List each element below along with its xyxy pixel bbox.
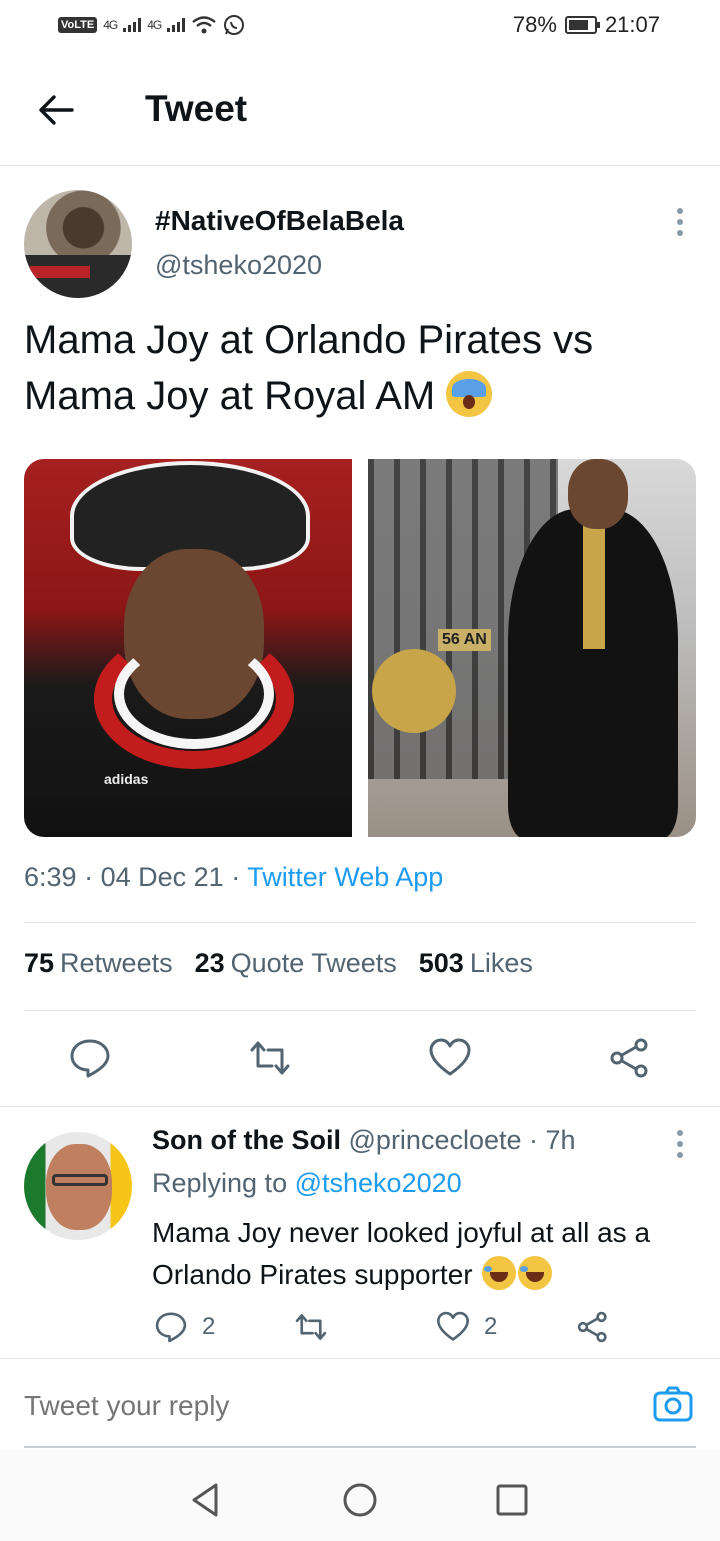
quotes-count: 23 bbox=[194, 948, 225, 978]
wifi-icon bbox=[192, 16, 216, 34]
status-left: VoLTE 4G 4G bbox=[58, 14, 245, 36]
reply-author-avatar[interactable] bbox=[24, 1132, 132, 1240]
reply-input[interactable] bbox=[24, 1390, 584, 1422]
status-bar: VoLTE 4G 4G 78% 21:07 bbox=[0, 0, 720, 56]
sim2-network-type: 4G bbox=[147, 18, 162, 32]
reply-icon[interactable] bbox=[68, 1036, 112, 1080]
reply-actions: 2 2 bbox=[152, 1306, 652, 1350]
heart-icon bbox=[437, 1311, 469, 1341]
tweet-stats: 75 Retweets 23 Quote Tweets 503 Likes bbox=[24, 948, 533, 979]
reply-age: 7h bbox=[545, 1125, 576, 1155]
clock: 21:07 bbox=[604, 12, 660, 37]
composer-underline bbox=[24, 1446, 696, 1448]
battery-fill bbox=[568, 20, 588, 30]
author-handle[interactable]: @tsheko2020 bbox=[155, 250, 322, 281]
system-nav-bar bbox=[0, 1450, 720, 1541]
photo-royal-am[interactable]: 56 AN bbox=[368, 459, 696, 837]
replying-prefix: Replying to bbox=[152, 1168, 288, 1198]
reply-author-handle[interactable]: @princecloete bbox=[349, 1125, 522, 1155]
signal-strength-icon bbox=[123, 18, 142, 32]
battery-percent: 78% bbox=[512, 12, 557, 37]
tweet-text-line2: Mama Joy at Royal AM bbox=[24, 374, 436, 418]
reply-text: Mama Joy never looked joyful at all as a… bbox=[152, 1212, 702, 1296]
reply-like-action[interactable]: 2 bbox=[436, 1310, 497, 1344]
reply-share-action[interactable] bbox=[576, 1310, 610, 1344]
tweet-source-link[interactable]: Twitter Web App bbox=[247, 862, 443, 892]
tears-of-joy-emoji-icon bbox=[482, 1256, 517, 1290]
quotes-label: Quote Tweets bbox=[230, 948, 397, 978]
reply-count: 2 bbox=[202, 1313, 216, 1340]
tweet-media: adidas 56 AN bbox=[24, 459, 696, 837]
photo-brand-text: adidas bbox=[104, 771, 149, 787]
photo-orlando-pirates[interactable]: adidas bbox=[24, 459, 352, 837]
meta-dot: · bbox=[231, 862, 248, 892]
more-vertical-icon[interactable] bbox=[676, 1130, 684, 1163]
nav-home-icon[interactable] bbox=[340, 1480, 380, 1520]
reply-retweet-action[interactable] bbox=[294, 1310, 328, 1344]
camera-icon[interactable] bbox=[652, 1384, 694, 1424]
retweets-count: 75 bbox=[24, 948, 55, 978]
divider bbox=[24, 922, 696, 923]
divider bbox=[24, 1010, 696, 1011]
sim1-network-type: 4G bbox=[103, 18, 118, 32]
divider bbox=[0, 1358, 720, 1359]
share-icon[interactable] bbox=[608, 1036, 652, 1080]
divider bbox=[0, 1106, 720, 1107]
signal-strength-icon bbox=[167, 18, 186, 32]
page-title: Tweet bbox=[145, 88, 248, 129]
reply-text-line2: Orlando Pirates supporter bbox=[152, 1259, 473, 1290]
likes-label: Likes bbox=[469, 948, 533, 978]
reply-author-name[interactable]: Son of the Soil bbox=[152, 1125, 341, 1155]
whatsapp-icon bbox=[224, 15, 245, 35]
reply-header: Son of the Soil @princecloete · 7h bbox=[152, 1125, 576, 1156]
share-icon bbox=[577, 1311, 607, 1343]
heart-icon[interactable] bbox=[428, 1036, 472, 1080]
retweet-icon bbox=[295, 1314, 327, 1340]
screaming-emoji-icon bbox=[446, 371, 493, 417]
meta-dot: · bbox=[84, 862, 101, 892]
royal-am-sign bbox=[372, 649, 456, 733]
avatar-glasses bbox=[52, 1174, 108, 1186]
status-right: 78% 21:07 bbox=[513, 12, 660, 38]
tweet-time: 6:39 bbox=[24, 862, 77, 892]
nav-back-icon[interactable] bbox=[186, 1480, 226, 1520]
nav-recents-icon[interactable] bbox=[492, 1480, 532, 1520]
reply-reply-action[interactable]: 2 bbox=[154, 1310, 215, 1344]
back-arrow-icon[interactable] bbox=[36, 90, 76, 130]
photo-beads-inner bbox=[114, 639, 274, 749]
like-count: 2 bbox=[484, 1313, 498, 1340]
likes-count: 503 bbox=[418, 948, 464, 978]
tweet-date: 04 Dec 21 bbox=[100, 862, 224, 892]
replying-to-handle[interactable]: @tsheko2020 bbox=[295, 1168, 462, 1198]
photo-dress-gold bbox=[583, 519, 605, 649]
avatar-stripe bbox=[30, 266, 90, 278]
battery-icon bbox=[564, 16, 600, 34]
likes-stat[interactable]: 503 Likes bbox=[419, 948, 533, 979]
app-header: Tweet bbox=[0, 56, 720, 166]
more-vertical-icon[interactable] bbox=[676, 208, 684, 241]
quotes-stat[interactable]: 23 Quote Tweets bbox=[195, 948, 397, 979]
retweets-stat[interactable]: 75 Retweets bbox=[24, 948, 173, 979]
retweet-icon[interactable] bbox=[248, 1036, 292, 1080]
author-name[interactable]: #NativeOfBelaBela bbox=[155, 205, 404, 237]
avatar-face bbox=[46, 1144, 112, 1230]
author-avatar[interactable] bbox=[24, 190, 132, 298]
reply-composer bbox=[0, 1360, 720, 1448]
replying-to: Replying to @tsheko2020 bbox=[152, 1168, 462, 1199]
tweet-text: Mama Joy at Orlando Pirates vs Mama Joy … bbox=[24, 312, 694, 424]
photo-head bbox=[568, 459, 628, 529]
tweet-text-line1: Mama Joy at Orlando Pirates vs bbox=[24, 318, 594, 362]
photo-house-number: 56 AN bbox=[438, 629, 491, 651]
tweet-meta: 6:39 · 04 Dec 21 · Twitter Web App bbox=[24, 862, 443, 893]
volte-badge: VoLTE bbox=[58, 17, 98, 33]
rolling-laughing-emoji-icon bbox=[518, 1256, 553, 1290]
reply-text-line1: Mama Joy never looked joyful at all as a bbox=[152, 1217, 651, 1248]
tweet-actions bbox=[0, 1036, 720, 1084]
retweets-label: Retweets bbox=[60, 948, 173, 978]
reply-icon bbox=[155, 1312, 187, 1343]
meta-dot: · bbox=[529, 1125, 546, 1155]
